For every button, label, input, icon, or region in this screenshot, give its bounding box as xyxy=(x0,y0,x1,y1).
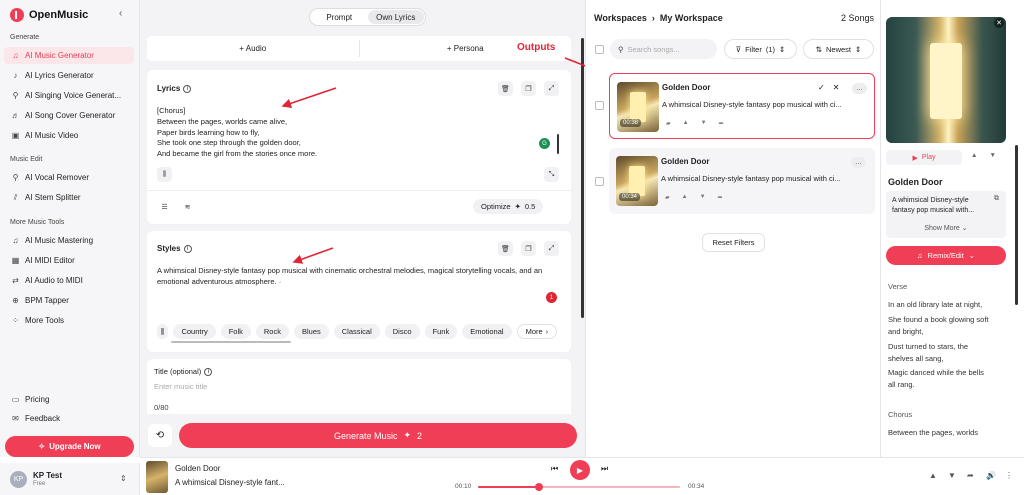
breadcrumb: Workspaces › My Workspace xyxy=(594,13,723,23)
annotation-outputs: Outputs xyxy=(517,42,556,53)
song-description: A whimsical Disney-style fantasy pop mus… xyxy=(662,100,842,109)
song-checkbox[interactable] xyxy=(595,177,604,186)
folder-icon[interactable]: ▰ xyxy=(666,120,671,127)
detail-title: Golden Door xyxy=(888,177,943,187)
lyric-line: Between the pages, worlds xyxy=(888,428,979,437)
play-button[interactable]: ▶ Play xyxy=(886,150,962,165)
lyric-line: In an old library late at night, xyxy=(888,300,983,309)
player-play-button[interactable]: ▶ xyxy=(570,460,590,480)
thumbs-up-icon[interactable]: ▲ xyxy=(929,471,937,480)
lyric-line: Magic danced while the bells xyxy=(888,368,984,377)
sort-icon: ⇅ xyxy=(815,44,822,54)
search-input[interactable]: ⚲ Search songs... xyxy=(610,39,717,59)
app: OpenMusic ‹ Generate ♫ AI Music Generator… xyxy=(0,0,1024,495)
remix-edit-button[interactable]: ♫ Remix/Edit ⌄ xyxy=(886,246,1006,265)
share-icon[interactable]: ➦ xyxy=(719,120,724,127)
filter-icon: ⊽ xyxy=(735,44,742,54)
lyric-line: and bright, xyxy=(888,327,924,336)
more-options-icon[interactable]: … xyxy=(851,157,866,168)
previous-icon[interactable]: ⏮ xyxy=(551,464,558,474)
thumbs-up-icon[interactable]: ▲ xyxy=(971,152,977,159)
player-title: Golden Door xyxy=(175,464,221,473)
song-checkbox[interactable] xyxy=(595,101,604,110)
song-description: A whimsical Disney-style fantasy pop mus… xyxy=(661,174,841,183)
reset-filters-button[interactable]: Reset Filters xyxy=(702,233,765,252)
song-actions: ▰ ▲ ▼ ➦ xyxy=(666,120,724,127)
elapsed-time: 00:10 xyxy=(455,483,472,490)
lyric-line: shelves all sang, xyxy=(888,354,944,363)
thumbs-down-icon[interactable]: ▼ xyxy=(701,120,707,127)
chevron-down-icon: ⌄ xyxy=(968,251,976,260)
thumbs-down-icon[interactable]: ▼ xyxy=(989,152,995,159)
volume-icon[interactable]: 🔊 xyxy=(986,471,996,480)
player-bar: Golden Door A whimsical Disney-style fan… xyxy=(140,457,1024,495)
song-duration: 00:34 xyxy=(619,193,641,201)
song-duration: 00:38 xyxy=(620,119,642,127)
seek-bar[interactable] xyxy=(478,483,680,491)
chevron-right-icon: › xyxy=(651,13,655,23)
thumbs-up-icon[interactable]: ▲ xyxy=(683,120,689,127)
show-more-link[interactable]: Show More ⌄ xyxy=(886,224,1006,232)
copy-icon[interactable]: ⧉ xyxy=(994,195,999,203)
music-note-icon: ♫ xyxy=(916,251,923,260)
filter-button[interactable]: ⊽ Filter (1) ⇕ xyxy=(724,39,797,59)
rating-actions: ▲ ▼ xyxy=(971,152,996,159)
play-icon: ▶ xyxy=(576,465,584,475)
select-all-checkbox[interactable] xyxy=(595,45,604,54)
song-actions: ▰ ▲ ▼ ➦ xyxy=(665,194,723,201)
folder-icon[interactable]: ▰ xyxy=(665,194,670,201)
thumbs-up-icon[interactable]: ▲ xyxy=(682,194,688,201)
chevron-down-icon: ⌄ xyxy=(961,225,968,232)
verse-label: Verse xyxy=(888,282,908,291)
sort-button[interactable]: ⇅ Newest ⇕ xyxy=(803,39,874,59)
rename-actions: ✓ ✕ xyxy=(818,83,839,92)
annotation-arrow xyxy=(292,247,334,264)
detail-description-box: A whimsical Disney-style fantasy pop mus… xyxy=(886,191,1006,238)
detail-description: A whimsical Disney-style fantasy pop mus… xyxy=(892,197,975,214)
next-icon[interactable]: ⏭ xyxy=(601,464,608,474)
breadcrumb-workspaces[interactable]: Workspaces xyxy=(594,13,647,23)
more-options-icon[interactable]: … xyxy=(852,83,867,94)
lyric-line: all rang. xyxy=(888,380,915,389)
song-row[interactable]: 00:38 Golden Door ✓ ✕ … A whimsical Disne… xyxy=(609,73,875,139)
thumbs-down-icon[interactable]: ▼ xyxy=(948,471,956,480)
share-icon[interactable]: ➦ xyxy=(967,471,974,480)
chorus-label: Chorus xyxy=(888,410,913,419)
thumbs-down-icon[interactable]: ▼ xyxy=(700,194,706,201)
play-icon: ▶ xyxy=(912,154,918,162)
close-icon[interactable]: ✕ xyxy=(833,83,840,92)
seek-handle[interactable] xyxy=(534,483,543,491)
song-row[interactable]: 00:34 Golden Door … A whimsical Disney-s… xyxy=(609,148,875,214)
chevron-updown-icon: ⇕ xyxy=(855,44,862,54)
total-time: 00:34 xyxy=(688,483,705,490)
song-title[interactable]: Golden Door xyxy=(662,83,710,92)
lyric-line: She found a book glowing soft xyxy=(888,315,989,324)
annotation-arrow xyxy=(281,87,337,108)
search-icon: ⚲ xyxy=(618,44,624,54)
close-icon[interactable]: ✕ xyxy=(994,18,1004,28)
cover-image xyxy=(886,17,1006,143)
breadcrumb-current: My Workspace xyxy=(659,13,723,23)
workspace-panel: Workspaces › My Workspace 2 Songs ⚲ Search … xyxy=(585,0,880,457)
more-icon[interactable]: ⋮ xyxy=(1005,471,1013,480)
song-count: 2 Songs xyxy=(841,13,875,23)
seek-fill xyxy=(478,486,539,488)
check-icon[interactable]: ✓ xyxy=(818,83,825,92)
song-detail-panel: ✕ ▶ Play ▲ ▼ Golden Door A whimsical Disne… xyxy=(880,0,1024,457)
player-thumbnail[interactable] xyxy=(146,461,168,493)
detail-scrollbar[interactable] xyxy=(1015,145,1018,305)
chevron-updown-icon: ⇕ xyxy=(779,44,786,54)
song-title[interactable]: Golden Door xyxy=(661,157,709,166)
lyric-line: Dust turned to stars, the xyxy=(888,342,969,351)
share-icon[interactable]: ➦ xyxy=(718,194,723,201)
player-description: A whimsical Disney-style fant... xyxy=(175,478,285,487)
